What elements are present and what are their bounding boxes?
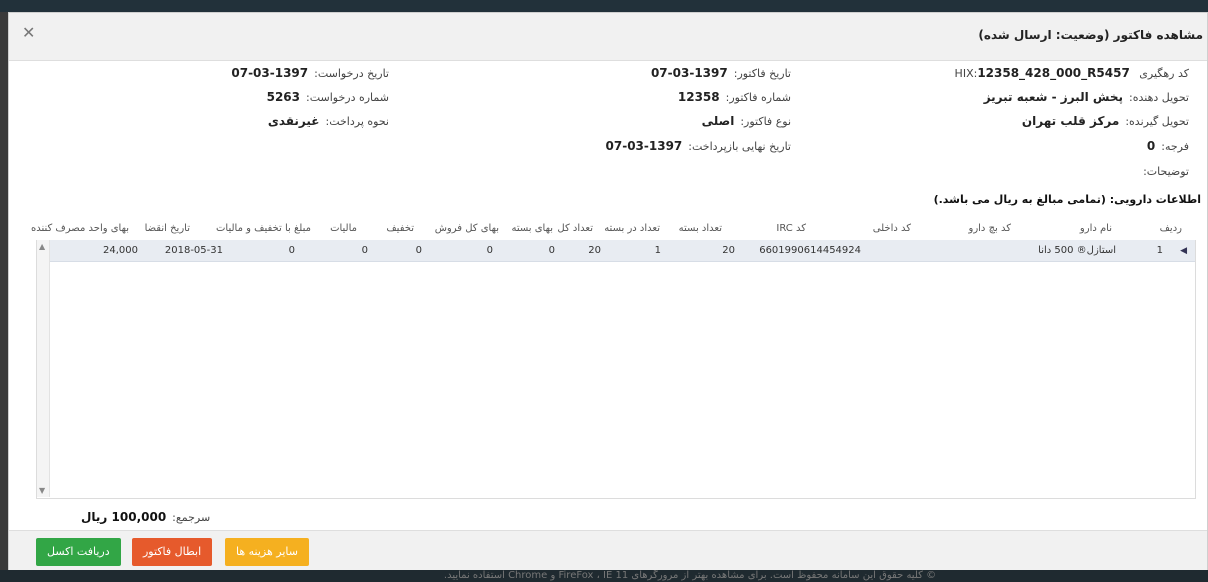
due-date-label: تاریخ نهایی بازپرداخت: <box>688 140 791 153</box>
due-date-field: تاریخ نهایی بازپرداخت: 1397-03-07 <box>606 139 792 153</box>
th-discount[interactable]: تخفیف <box>386 223 414 234</box>
cell-pack-price: 0 <box>548 245 555 256</box>
footer-text: © کلیه حقوق این سامانه محفوظ است. برای م… <box>443 570 937 581</box>
modal-footer: دریافت اکسل ابطال فاکتور سایر هزینه ها <box>9 530 1207 572</box>
grace-value: 0 <box>1146 139 1156 153</box>
th-irc[interactable]: کد IRC <box>776 223 806 234</box>
th-expiry[interactable]: تاریخ انقضا <box>145 223 190 234</box>
request-number-field: شماره درخواست: 5263 <box>267 90 389 104</box>
invoice-date-value: 1397-03-07 <box>650 66 728 80</box>
th-consumer-price[interactable]: بهای واحد مصرف کننده <box>31 223 129 234</box>
invoice-type-field: نوع فاکتور: اصلی <box>702 114 791 128</box>
payment-method-field: نحوه پرداخت: غیرنقدی <box>268 114 389 128</box>
request-date-value: 1397-03-07 <box>231 66 309 80</box>
row-select-arrow-icon[interactable]: ◀ <box>1180 246 1187 256</box>
app-top-bar <box>0 0 1208 12</box>
cell-amount: 0 <box>288 245 295 256</box>
other-costs-button[interactable]: سایر هزینه ها <box>225 538 309 566</box>
table-scrollbar[interactable]: ▲ ▼ <box>37 240 50 497</box>
cell-total-count: 20 <box>588 245 601 256</box>
receiver-field: تحویل گیرنده: مرکز قلب تهران <box>1022 114 1189 128</box>
grace-label: فرجه: <box>1161 140 1189 153</box>
th-total-sale[interactable]: بهای کل فروش <box>435 223 499 234</box>
invoice-type-label: نوع فاکتور: <box>740 115 791 128</box>
grand-total-label: سرجمع: <box>172 511 211 524</box>
cell-total-sale: 0 <box>486 245 493 256</box>
app-footer-bar: © کلیه حقوق این سامانه محفوظ است. برای م… <box>0 570 1208 582</box>
notes-label: توضیحات: <box>1143 165 1189 178</box>
close-icon[interactable]: ✕ <box>22 23 35 42</box>
cell-consumer-price: 24,000 <box>103 245 138 256</box>
deliverer-value: پخش البرز - شعبه تبریز <box>983 90 1123 104</box>
invoice-number-value: 12358 <box>677 90 720 104</box>
payment-method-value: غیرنقدی <box>267 114 320 128</box>
request-date-label: تاریخ درخواست: <box>314 67 389 80</box>
hix-value: 12358_428_000_R5457 <box>977 66 1130 80</box>
receiver-label: تحویل گیرنده: <box>1125 115 1189 128</box>
invoice-type-value: اصلی <box>701 114 735 128</box>
scroll-up-icon[interactable]: ▲ <box>39 242 45 251</box>
th-pack-count[interactable]: تعداد بسته <box>679 223 722 234</box>
receiver-value: مرکز قلب تهران <box>1021 114 1120 128</box>
deliverer-label: تحویل دهنده: <box>1129 91 1189 104</box>
th-tax[interactable]: مالیات <box>330 223 357 234</box>
th-name[interactable]: نام دارو <box>1080 223 1112 234</box>
modal-title: مشاهده فاکتور (وضعیت: ارسال شده) <box>978 28 1203 42</box>
notes-field: توضیحات: <box>1143 165 1189 178</box>
th-total-count[interactable]: تعداد کل <box>557 223 593 234</box>
scroll-down-icon[interactable]: ▼ <box>39 486 45 495</box>
grand-total-value: 100,000 ریال <box>81 510 167 524</box>
cell-discount: 0 <box>415 245 422 256</box>
th-per-pack[interactable]: تعداد در بسته <box>604 223 660 234</box>
cancel-invoice-button[interactable]: ابطال فاکتور <box>132 538 213 566</box>
request-date-field: تاریخ درخواست: 1397-03-07 <box>231 66 389 80</box>
cell-irc: 6601990614454924 <box>759 245 861 256</box>
invoice-modal: ✕ مشاهده فاکتور (وضعیت: ارسال شده) کد ره… <box>8 12 1208 572</box>
modal-header: ✕ مشاهده فاکتور (وضعیت: ارسال شده) <box>9 13 1207 61</box>
invoice-number-field: شماره فاکتور: 12358 <box>678 90 791 104</box>
hix-field: کد رهگیری HIX:12358_428_000_R5457 <box>955 66 1189 80</box>
deliverer-field: تحویل دهنده: پخش البرز - شعبه تبریز <box>984 90 1189 104</box>
cell-row: 1 <box>1156 245 1163 256</box>
th-amount[interactable]: مبلغ با تخفیف و مالیات <box>216 223 311 234</box>
table-header: ردیف نام دارو کد بچ دارو کد داخلی کد IRC… <box>31 216 1196 241</box>
cell-pack-count: 20 <box>722 245 735 256</box>
invoice-date-label: تاریخ فاکتور: <box>733 67 791 80</box>
cell-expiry: 2018-05-31 <box>164 245 223 256</box>
payment-method-label: نحوه پرداخت: <box>325 115 390 128</box>
th-pack-price[interactable]: بهای بسته <box>511 223 553 234</box>
grand-total: سرجمع: 100,000 ریال <box>81 510 210 524</box>
download-excel-button[interactable]: دریافت اکسل <box>36 538 121 566</box>
table-body: ▲ ▼ ◀ 1 استازل® 500 دانا 660199061445492… <box>36 240 1196 499</box>
due-date-value: 1397-03-07 <box>605 139 683 153</box>
cell-tax: 0 <box>361 245 368 256</box>
cell-per-pack: 1 <box>654 245 661 256</box>
invoice-date-field: تاریخ فاکتور: 1397-03-07 <box>651 66 791 80</box>
cell-name: استازل® 500 دانا <box>1038 245 1116 256</box>
invoice-number-label: شماره فاکتور: <box>725 91 791 104</box>
th-row[interactable]: ردیف <box>1160 223 1182 234</box>
grace-field: فرجه: 0 <box>1147 139 1189 153</box>
table-row[interactable]: ◀ 1 استازل® 500 دانا 6601990614454924 20… <box>50 240 1195 262</box>
request-number-value: 5263 <box>266 90 301 104</box>
request-number-label: شماره درخواست: <box>306 91 389 104</box>
th-internal[interactable]: کد داخلی <box>873 223 911 234</box>
th-batch[interactable]: کد بچ دارو <box>969 223 1012 234</box>
drug-info-notice: اطلاعات دارویی: (تمامی مبالغ به ریال می … <box>933 193 1201 206</box>
